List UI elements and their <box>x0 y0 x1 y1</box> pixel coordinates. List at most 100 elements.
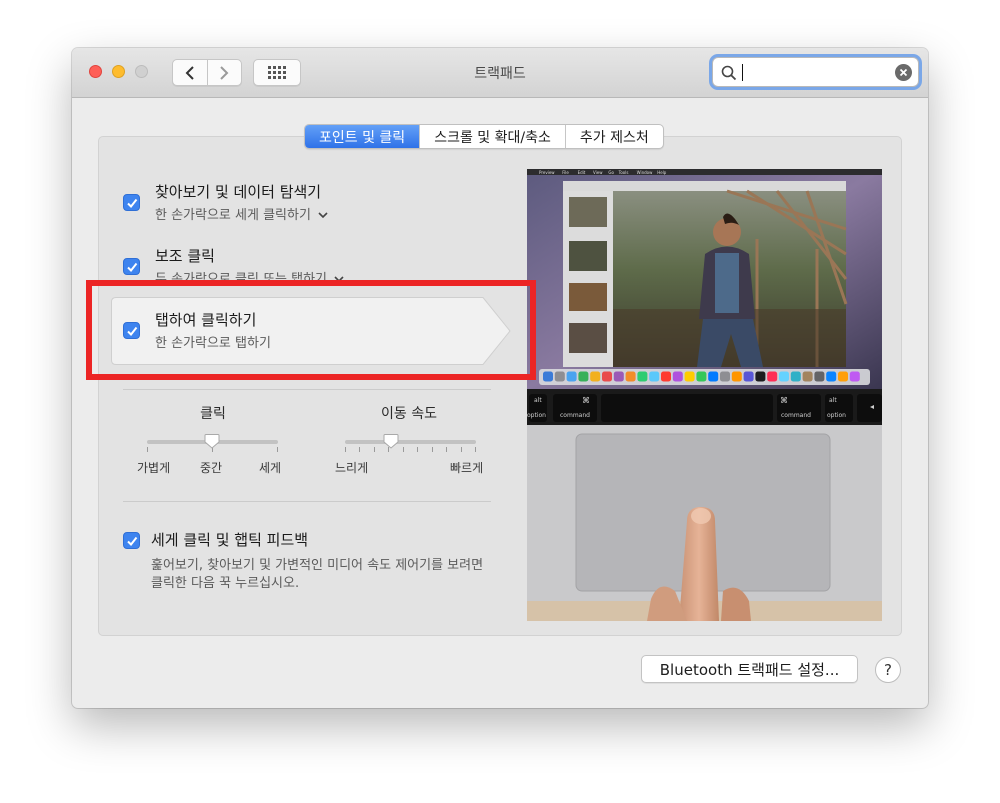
dock-app-icon <box>743 371 754 382</box>
preview-menu-item: Window <box>637 170 654 175</box>
search-input[interactable] <box>741 62 891 82</box>
tap-to-click-checkbox[interactable] <box>123 322 140 339</box>
tap-to-click-subtitle: 한 손가락으로 탭하기 <box>155 336 271 351</box>
close-icon <box>899 68 908 77</box>
tap-to-click-title: 탭하여 클릭하기 <box>155 311 257 329</box>
title-bar: 트랙패드 <box>72 48 928 98</box>
dock-app-icon <box>602 371 612 382</box>
command-symbol: ⌘ <box>582 396 590 405</box>
tracking-speed-track[interactable] <box>345 440 476 444</box>
preview-menu-item: File <box>562 170 569 175</box>
checkmark-icon <box>126 326 137 336</box>
tick-mark <box>277 447 278 452</box>
chevron-down-icon <box>318 212 328 219</box>
selected-row-arrow <box>111 297 511 365</box>
lookup-subtitle-text: 한 손가락으로 세게 클릭하기 <box>155 208 311 223</box>
tab-point-click[interactable]: 포인트 및 클릭 <box>305 125 420 148</box>
tab-bar: 포인트 및 클릭 스크롤 및 확대/축소 추가 제스처 <box>304 124 664 149</box>
divider <box>123 501 491 502</box>
lookup-subtitle[interactable]: 한 손가락으로 세게 클릭하기 <box>155 204 328 223</box>
preview-menu-item: Tools <box>618 170 629 175</box>
dock-app-icon <box>731 371 742 382</box>
chevron-down-icon <box>334 276 344 283</box>
dock-app-icon <box>566 371 577 382</box>
click-min-label: 가볍게 <box>137 461 171 475</box>
option-key-label: option <box>827 412 846 419</box>
dock-app-icon <box>696 371 707 382</box>
tick-mark <box>403 447 404 452</box>
click-mid-label: 중간 <box>200 461 223 475</box>
option-key-label: option <box>527 412 546 419</box>
tracking-speed-label: 이동 속도 <box>381 406 437 422</box>
tracking-speed-knob[interactable] <box>383 433 399 449</box>
dock-app-icon <box>625 371 636 382</box>
tick-mark <box>475 447 476 452</box>
click-slider-label: 클릭 <box>200 406 226 422</box>
tracking-min-label: 느리게 <box>335 461 369 475</box>
force-click-desc-line1: 훑어보기, 찾아보기 및 가변적인 미디어 속도 제어기를 보려면 <box>151 558 484 573</box>
secondary-click-title: 보조 클릭 <box>155 247 215 265</box>
trackpad-demo-illustration: Preview File Edit View Go Tools Window Help <box>527 169 882 621</box>
preview-menu-item: Edit <box>578 170 586 175</box>
click-max-label: 세게 <box>259 461 282 475</box>
dock-app-icon <box>779 371 789 382</box>
tick-mark <box>417 447 418 452</box>
dock-app-icon <box>578 371 589 382</box>
preferences-window: 트랙패드 포인트 및 클릭 스크롤 및 확대/축소 추가 제스처 찾아보기 및 … <box>72 48 928 708</box>
lookup-title: 찾아보기 및 데이터 탐색기 <box>155 183 322 201</box>
tick-mark <box>374 447 375 452</box>
dock-app-icon <box>849 371 860 382</box>
tab-more-gestures[interactable]: 추가 제스처 <box>564 125 663 148</box>
command-key-label: command <box>781 412 811 419</box>
preview-menu-item: Go <box>608 170 614 175</box>
tick-mark <box>461 447 462 452</box>
dock-app-icon <box>543 371 553 382</box>
tick-mark <box>432 447 433 452</box>
dock-app-icon <box>790 371 801 382</box>
text-caret <box>742 64 743 81</box>
tracking-max-label: 빠르게 <box>450 461 484 475</box>
alt-key-label: alt <box>534 397 542 404</box>
help-button[interactable]: ? <box>875 657 901 683</box>
tick-mark <box>345 447 346 452</box>
dock-app-icon <box>613 371 624 382</box>
secondary-click-subtitle-text: 두 손가락으로 클릭 또는 탭하기 <box>155 272 328 287</box>
click-slider-knob[interactable] <box>204 433 220 449</box>
command-symbol: ⌘ <box>780 396 788 405</box>
dock-app-icon <box>755 371 766 382</box>
secondary-click-checkbox[interactable] <box>123 258 140 275</box>
preview-menu-item: Preview <box>539 170 555 175</box>
lookup-checkbox[interactable] <box>123 194 140 211</box>
alt-key-label: alt <box>829 397 837 404</box>
preview-menu-item: View <box>593 170 603 175</box>
clear-search-button[interactable] <box>895 64 912 81</box>
tab-scroll-zoom[interactable]: 스크롤 및 확대/축소 <box>419 125 565 148</box>
dock-app-icon <box>684 371 695 382</box>
tap-to-click-row[interactable] <box>111 297 511 365</box>
gesture-preview: Preview File Edit View Go Tools Window Help <box>527 169 882 621</box>
force-click-desc-line2: 클릭한 다음 꾹 누르십시오. <box>151 576 300 591</box>
dock-app-icon <box>637 371 648 382</box>
preview-menu-item: Help <box>657 170 667 175</box>
force-click-checkbox[interactable] <box>123 532 140 549</box>
dock-app-icon <box>767 371 778 382</box>
tick-mark <box>147 447 148 452</box>
checkmark-icon <box>126 262 137 272</box>
dock-app-icon <box>554 371 565 382</box>
tick-mark <box>359 447 360 452</box>
secondary-click-subtitle[interactable]: 두 손가락으로 클릭 또는 탭하기 <box>155 268 344 287</box>
dock-app-icon <box>814 371 825 382</box>
dock-app-icon <box>708 371 719 382</box>
search-field[interactable] <box>712 57 919 87</box>
dock-app-icon <box>661 371 671 382</box>
dock-app-icon <box>672 371 683 382</box>
tick-mark <box>446 447 447 452</box>
dock-app-icon <box>649 371 660 382</box>
command-key-label: command <box>560 412 590 419</box>
search-icon <box>721 65 737 81</box>
bluetooth-trackpad-setup-button[interactable]: Bluetooth 트랙패드 설정... <box>641 655 858 683</box>
settings-panel: 찾아보기 및 데이터 탐색기 한 손가락으로 세게 클릭하기 보조 클릭 두 손… <box>86 136 902 636</box>
force-click-title: 세게 클릭 및 햅틱 피드백 <box>151 531 309 549</box>
divider <box>123 389 491 390</box>
checkmark-icon <box>126 198 137 208</box>
